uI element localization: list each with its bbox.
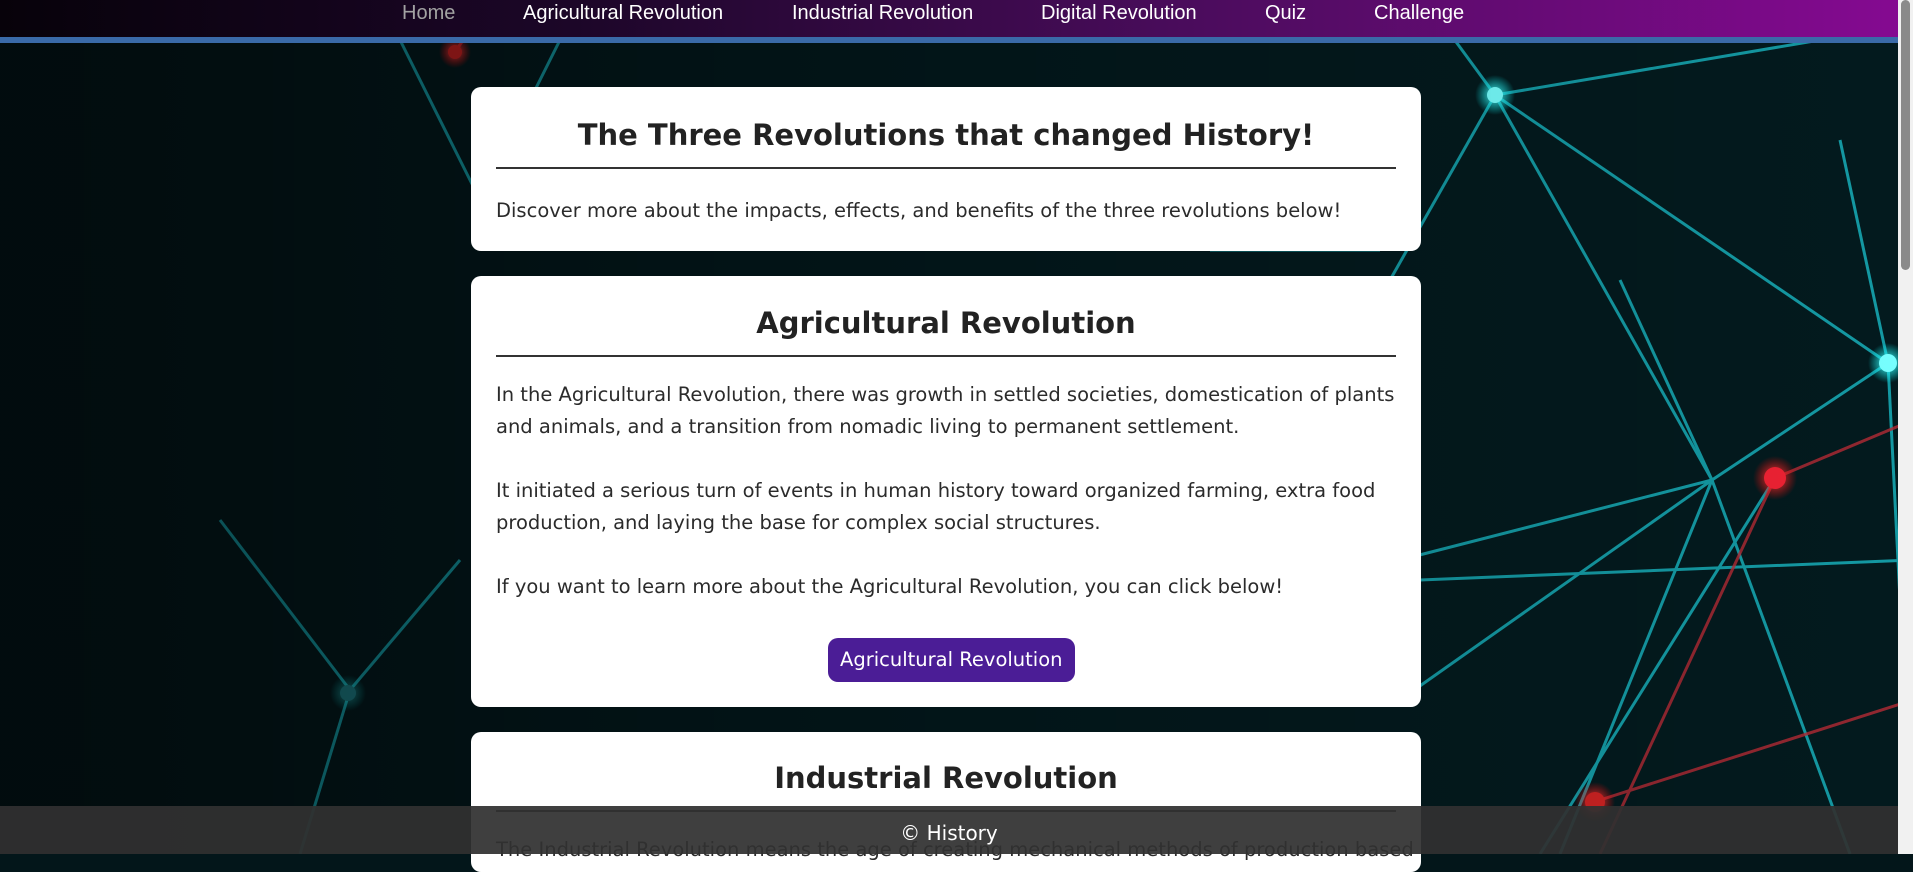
nav-agricultural-revolution[interactable]: Agricultural Revolution — [523, 2, 723, 25]
industrial-title: Industrial Revolution — [774, 761, 1118, 795]
scrollbar-thumb[interactable] — [1901, 0, 1910, 270]
footer: © History — [0, 806, 1898, 854]
nav-links: Home Agricultural Revolution Industrial … — [0, 0, 1913, 37]
agricultural-paragraph-2: It initiated a serious turn of events in… — [496, 479, 1376, 534]
agricultural-card: Agricultural Revolution In the Agricultu… — [471, 276, 1421, 707]
top-navbar: Home Agricultural Revolution Industrial … — [0, 0, 1913, 43]
nav-challenge[interactable]: Challenge — [1374, 2, 1464, 25]
intro-divider — [496, 167, 1396, 169]
page-scrollbar[interactable] — [1898, 0, 1913, 854]
agricultural-revolution-button[interactable]: Agricultural Revolution — [828, 638, 1075, 682]
nav-home[interactable]: Home — [402, 2, 455, 25]
nav-industrial-revolution[interactable]: Industrial Revolution — [792, 2, 973, 25]
intro-text: Discover more about the impacts, effects… — [496, 199, 1342, 222]
nav-digital-revolution[interactable]: Digital Revolution — [1041, 2, 1197, 25]
agricultural-paragraph-1: In the Agricultural Revolution, there wa… — [496, 383, 1395, 438]
agricultural-divider — [496, 355, 1396, 357]
intro-card: The Three Revolutions that changed Histo… — [471, 87, 1421, 251]
agricultural-paragraph-3: If you want to learn more about the Agri… — [496, 575, 1284, 598]
agricultural-title: Agricultural Revolution — [756, 306, 1136, 340]
intro-title: The Three Revolutions that changed Histo… — [577, 118, 1315, 152]
nav-quiz[interactable]: Quiz — [1265, 2, 1306, 25]
footer-copyright: © History — [900, 821, 998, 845]
